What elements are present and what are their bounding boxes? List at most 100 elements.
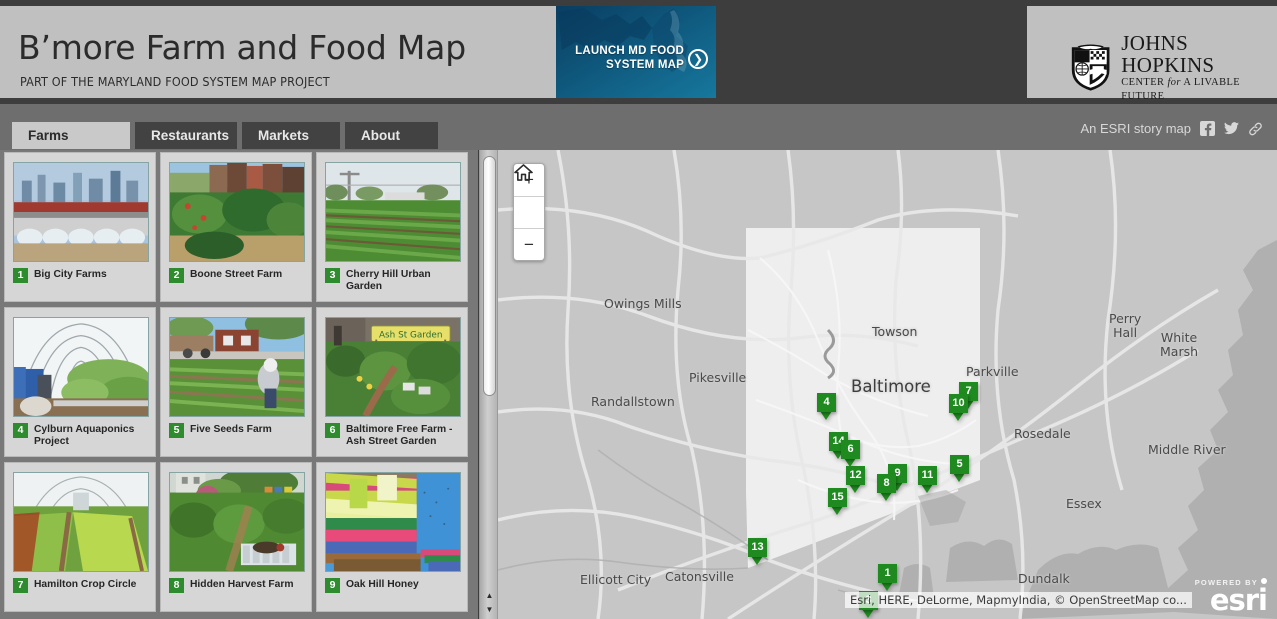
- johns-hopkins-logo-panel: JOHNS HOPKINS CENTER for A LIVABLE FUTUR…: [1027, 6, 1277, 102]
- marker-tip: [751, 556, 763, 565]
- title-panel: B’more Farm and Food Map PART OF THE MAR…: [0, 6, 558, 98]
- map-label-owings-mills: Owings Mills: [604, 296, 682, 311]
- map-marker-10[interactable]: 10: [949, 394, 968, 421]
- card-meta: 3 Cherry Hill Urban Garden: [325, 268, 465, 293]
- marker-tip: [820, 411, 832, 420]
- jh-tagline-italic: for: [1167, 77, 1181, 88]
- page-subtitle: PART OF THE MARYLAND FOOD SYSTEM MAP PRO…: [20, 74, 330, 89]
- map-label-towson: Towson: [872, 324, 918, 339]
- card-number-badge: 4: [13, 423, 28, 438]
- card-title: Oak Hill Honey: [346, 579, 419, 590]
- list-item[interactable]: 5 Five Seeds Farm: [160, 307, 312, 457]
- marker-number: 12: [849, 469, 862, 481]
- map-label-middle-river: Middle River: [1148, 442, 1226, 457]
- card-thumbnail: [169, 317, 305, 417]
- map-marker-11[interactable]: 11: [918, 466, 937, 493]
- card-thumbnail: [325, 472, 461, 572]
- card-title: Big City Farms: [34, 269, 107, 280]
- list-item[interactable]: Ash St Garden 6 Baltimore Free Farm - As…: [316, 307, 468, 457]
- map-marker-8[interactable]: 8: [877, 474, 896, 501]
- map-label-rosedale: Rosedale: [1014, 426, 1071, 441]
- launch-label-line2: SYSTEM MAP: [605, 59, 684, 71]
- map-label-randallstown: Randallstown: [591, 394, 675, 409]
- map-attribution: Esri, HERE, DeLorme, MapmyIndia, © OpenS…: [845, 592, 1192, 608]
- card-title: Hidden Harvest Farm: [190, 579, 294, 590]
- map-marker-6[interactable]: 6: [841, 440, 860, 467]
- card-number-badge: 3: [325, 268, 340, 283]
- map-label-essex: Essex: [1066, 496, 1102, 511]
- marker-number: 6: [847, 443, 854, 455]
- farm-list-panel: 1 Big City Farms 2 Boone Street Farm 3 C…: [0, 150, 478, 619]
- tab-about[interactable]: About: [345, 122, 438, 149]
- home-button[interactable]: [514, 164, 544, 228]
- list-scrollbar[interactable]: ▲ ▼: [479, 150, 498, 619]
- card-number-badge: 2: [169, 268, 184, 283]
- map-label-baltimore: Baltimore: [851, 377, 931, 396]
- card-thumbnail: Ash St Garden: [325, 317, 461, 417]
- card-meta: 6 Baltimore Free Farm - Ash Street Garde…: [325, 423, 465, 448]
- card-number-badge: 1: [13, 268, 28, 283]
- map-label-white-marsh: White Marsh: [1160, 330, 1199, 359]
- card-title: Boone Street Farm: [190, 269, 283, 280]
- list-item[interactable]: 3 Cherry Hill Urban Garden: [316, 152, 468, 302]
- facebook-icon[interactable]: [1200, 121, 1215, 136]
- tab-list: Farms Restaurants Markets About: [12, 122, 438, 149]
- list-item[interactable]: 7 Hamilton Crop Circle: [4, 462, 156, 612]
- card-thumbnail: [325, 162, 461, 262]
- esri-story-map-label: An ESRI story map: [1080, 121, 1191, 136]
- launch-md-food-system-map-button[interactable]: LAUNCH MD FOOD SYSTEM MAP ❯: [556, 6, 716, 98]
- card-meta: 8 Hidden Harvest Farm: [169, 578, 309, 593]
- map-marker-12[interactable]: 12: [846, 466, 865, 493]
- card-number-badge: 9: [325, 578, 340, 593]
- esri-powered-by-logo: POWERED BY esri: [1195, 578, 1268, 617]
- marker-tip: [880, 492, 892, 501]
- scroll-down-arrow-icon[interactable]: ▼: [483, 603, 496, 616]
- card-title: Five Seeds Farm: [190, 424, 272, 435]
- list-item[interactable]: 8 Hidden Harvest Farm: [160, 462, 312, 612]
- map-marker-5[interactable]: 5: [950, 455, 969, 482]
- map-marker-15[interactable]: 15: [828, 488, 847, 515]
- marker-number: 5: [956, 458, 963, 470]
- card-number-badge: 7: [13, 578, 28, 593]
- card-meta: 1 Big City Farms: [13, 268, 153, 283]
- tab-farms[interactable]: Farms: [12, 122, 130, 149]
- marker-number: 8: [883, 477, 890, 489]
- map-label-parkville: Parkville: [966, 364, 1019, 379]
- card-meta: 4 Cylburn Aquaponics Project: [13, 423, 153, 448]
- list-item[interactable]: 4 Cylburn Aquaponics Project: [4, 307, 156, 457]
- map-marker-4[interactable]: 4: [817, 393, 836, 420]
- list-item[interactable]: 9 Oak Hill Honey: [316, 462, 468, 612]
- list-item[interactable]: 1 Big City Farms: [4, 152, 156, 302]
- farm-card-grid: 1 Big City Farms 2 Boone Street Farm 3 C…: [4, 152, 469, 612]
- link-icon[interactable]: [1248, 121, 1263, 136]
- jh-logo: JOHNS HOPKINS CENTER for A LIVABLE FUTUR…: [1069, 32, 1277, 104]
- list-item[interactable]: 2 Boone Street Farm: [160, 152, 312, 302]
- home-icon: [514, 164, 533, 181]
- twitter-icon[interactable]: [1224, 121, 1239, 136]
- esri-wordmark: esri: [1209, 583, 1268, 617]
- card-title: Cherry Hill Urban Garden: [346, 269, 431, 293]
- marker-number: 1: [884, 567, 891, 579]
- app-root: B’more Farm and Food Map PART OF THE MAR…: [0, 0, 1277, 619]
- jh-tagline-pre: CENTER: [1121, 77, 1168, 88]
- zoom-out-button[interactable]: −: [514, 228, 544, 260]
- marker-tip: [849, 484, 861, 493]
- marker-tip: [831, 506, 843, 515]
- card-thumbnail: [13, 317, 149, 417]
- scrollbar-thumb[interactable]: [483, 156, 496, 396]
- tab-restaurants[interactable]: Restaurants: [135, 122, 237, 149]
- jh-wordmark: JOHNS HOPKINS CENTER for A LIVABLE FUTUR…: [1121, 32, 1277, 104]
- map-canvas[interactable]: Owings Mills Towson Pikesville Randallst…: [498, 150, 1277, 619]
- card-title: Cylburn Aquaponics Project: [34, 424, 135, 448]
- marker-number: 13: [751, 541, 764, 553]
- map-label-dundalk: Dundalk: [1018, 571, 1070, 586]
- scroll-up-arrow-icon[interactable]: ▲: [483, 589, 496, 602]
- card-meta: 5 Five Seeds Farm: [169, 423, 309, 438]
- page-title: B’more Farm and Food Map: [18, 28, 466, 67]
- tab-markets[interactable]: Markets: [242, 122, 340, 149]
- map-marker-1[interactable]: 1: [878, 564, 897, 591]
- map-marker-13[interactable]: 13: [748, 538, 767, 565]
- marker-number: 15: [831, 491, 844, 503]
- card-number-badge: 8: [169, 578, 184, 593]
- chevron-right-icon: ❯: [688, 49, 708, 69]
